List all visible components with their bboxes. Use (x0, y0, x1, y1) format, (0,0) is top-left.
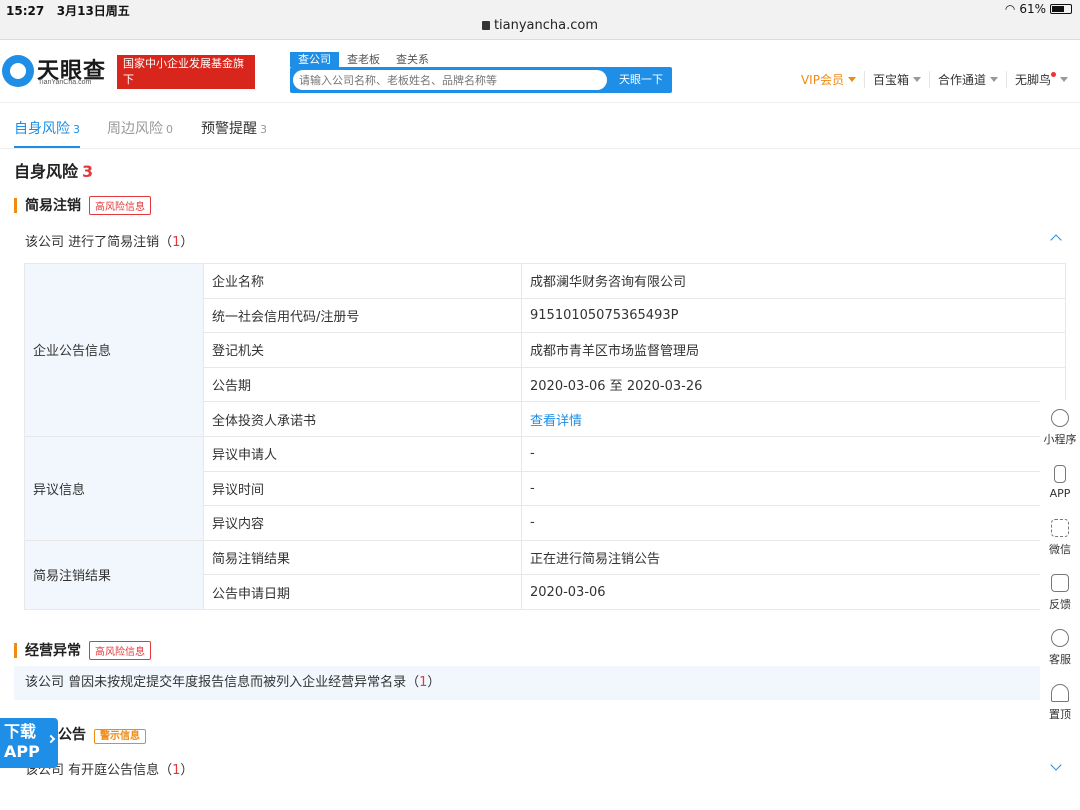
tab-self-risk[interactable]: 自身风险 3 (14, 118, 80, 138)
table-row: 简易注销结果 简易注销结果 正在进行简易注销公告 (24, 539, 1066, 610)
search-button[interactable]: 天眼一下 (610, 67, 672, 93)
download-app-button[interactable]: 下载 APP (0, 718, 58, 768)
simple-cancel-summary[interactable]: 该公司 进行了简易注销（1） (25, 231, 193, 250)
active-tab-underline (14, 146, 80, 148)
search-tab-relation[interactable]: 查关系 (388, 52, 437, 67)
view-details-link[interactable]: 查看详情 (521, 401, 1066, 437)
caret-down-icon (847, 77, 856, 82)
status-time: 15:27 3月13日周五 (6, 4, 130, 18)
search-tab-company[interactable]: 查公司 (290, 52, 339, 67)
sidebar-top[interactable]: 置顶 (1040, 675, 1080, 730)
chevron-up-icon[interactable] (1050, 234, 1062, 246)
group-label: 企业公告信息 (24, 263, 204, 437)
sidebar-wechat[interactable]: 微信 (1040, 510, 1080, 565)
high-risk-badge: 高风险信息 (89, 640, 151, 660)
warning-badge: 警示信息 (94, 729, 146, 744)
logo-icon[interactable] (2, 55, 34, 87)
headset-icon (1051, 628, 1069, 647)
caret-down-icon (989, 77, 998, 82)
mini-program-icon (1051, 408, 1069, 427)
nav-user[interactable]: 无脚鸟 (1005, 71, 1076, 88)
qr-code-icon (1051, 518, 1069, 537)
rocket-icon (1051, 683, 1069, 702)
caret-down-icon (912, 77, 921, 82)
tab-surrounding-risk[interactable]: 周边风险 0 (107, 118, 173, 138)
search-box: 天眼一下 (290, 67, 672, 93)
status-indicators: ◠ 61% (1005, 2, 1072, 16)
chevron-down-icon[interactable] (1050, 759, 1062, 771)
site-header: 天眼查 TianYanCha.com 国家中小企业发展基金旗下 官方备案企业征信… (0, 41, 1080, 103)
group-label: 简易注销结果 (24, 539, 204, 610)
sidebar-service[interactable]: 客服 (1040, 620, 1080, 675)
logo-subtext: TianYanCha.com (38, 79, 92, 86)
search-tab-boss[interactable]: 查老板 (339, 52, 388, 67)
search-tabs: 查公司 查老板 查关系 (290, 52, 437, 67)
simple-cancel-table: 企业公告信息 企业名称 成都澜华财务咨询有限公司 统一社会信用代码/注册号 91510… (24, 263, 1066, 610)
page-title: 自身风险 3 (14, 162, 94, 181)
gov-badge: 国家中小企业发展基金旗下 官方备案企业征信机构 (117, 55, 255, 102)
abnormal-summary[interactable]: 该公司 曾因未按规定提交年度报告信息而被列入企业经营异常名录（1） (14, 666, 1044, 700)
table-row: 企业公告信息 企业名称 成都澜华财务咨询有限公司 (24, 263, 1066, 437)
battery-icon (1050, 4, 1072, 14)
url-bar[interactable]: tianyancha.com (0, 18, 1080, 33)
high-risk-badge: 高风险信息 (89, 195, 151, 215)
browser-status-bar: 15:27 3月13日周五 ◠ 61% tianyancha.com (0, 0, 1080, 40)
simple-cancel-heading: 简易注销 高风险信息 (14, 195, 151, 215)
court-heading: 公告 警示信息 (58, 724, 146, 744)
nav-cooperation[interactable]: 合作通道 (928, 71, 1006, 88)
sidebar-feedback[interactable]: 反馈 (1040, 565, 1080, 620)
table-row: 异议信息 异议申请人 - (24, 435, 1066, 541)
phone-icon (1054, 465, 1066, 483)
abnormal-heading: 经营异常 高风险信息 (14, 640, 151, 660)
caret-down-icon (1060, 77, 1068, 82)
search-input[interactable] (293, 70, 607, 90)
nav-vip[interactable]: VIP会员 (793, 71, 864, 88)
sidebar-app[interactable]: APP (1040, 455, 1080, 510)
top-nav: VIP会员 百宝箱 合作通道 无脚鸟 (793, 71, 1076, 88)
lock-icon (481, 21, 490, 30)
sidebar-mini-program[interactable]: 小程序 (1040, 400, 1080, 455)
group-label: 异议信息 (24, 435, 204, 541)
battery-percent: 61% (1019, 2, 1046, 16)
nav-toolbox[interactable]: 百宝箱 (863, 71, 929, 88)
notification-dot (1051, 72, 1056, 77)
floating-sidebar: 小程序 APP 微信 反馈 客服 置顶 (1040, 400, 1080, 730)
feedback-icon (1051, 573, 1069, 592)
tab-warning[interactable]: 预警提醒 3 (201, 118, 267, 138)
wifi-icon: ◠ (1004, 2, 1016, 16)
risk-tabs: 自身风险 3 周边风险 0 预警提醒 3 (0, 104, 1080, 149)
